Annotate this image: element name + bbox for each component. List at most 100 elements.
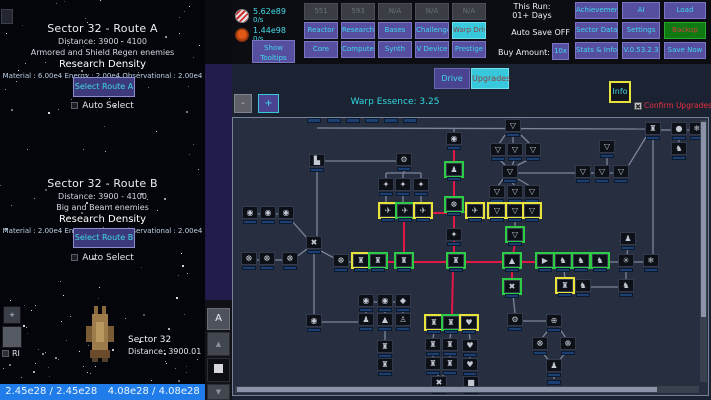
tree-node[interactable]: ▽ [524, 185, 540, 203]
tree-horizontal-scrollbar[interactable] [235, 386, 699, 393]
tree-node[interactable]: ▽ [575, 165, 591, 183]
tree-node-stub[interactable] [403, 118, 417, 123]
tree-node[interactable]: ♟ [620, 232, 636, 250]
tree-node[interactable]: ♟ [446, 163, 462, 181]
tab-warp-drive[interactable]: Warp Drive [452, 22, 486, 39]
tree-node[interactable]: ♜ [645, 122, 661, 140]
tab-research[interactable]: Research [341, 22, 375, 39]
tree-node[interactable]: ✖ [504, 280, 520, 298]
select-route-a-button[interactable]: Select Route A [73, 77, 135, 97]
tree-node-stub[interactable] [547, 380, 561, 385]
tree-node[interactable]: ✦ [378, 178, 394, 196]
load-button[interactable]: Load [664, 2, 706, 19]
sector-data-button[interactable]: Sector Data [575, 22, 618, 39]
tree-node[interactable]: ♟ [358, 313, 374, 331]
tree-node[interactable]: ♜ [557, 279, 573, 297]
tree-node[interactable]: ☸ [560, 337, 576, 355]
tree-node[interactable]: ▽ [613, 165, 629, 183]
tree-node[interactable]: ✈ [467, 204, 483, 222]
tree-node[interactable]: ☸ [333, 254, 349, 272]
tree-node[interactable]: ♜ [426, 316, 442, 334]
tree-node[interactable]: ▽ [502, 165, 518, 183]
tree-node[interactable]: ♞ [575, 279, 591, 297]
save-now-button[interactable]: Save Now [664, 42, 706, 59]
tree-node[interactable]: ✖ [306, 236, 322, 254]
tree-node[interactable]: ▽ [599, 140, 615, 158]
tree-node[interactable]: ✳ [618, 254, 634, 272]
tree-node[interactable]: ♞ [592, 254, 608, 272]
viewport-blank-button[interactable] [2, 326, 22, 348]
tree-node[interactable]: ⚙ [396, 153, 412, 171]
v-0-53-2-3-button[interactable]: V.0.53.2.3 [622, 42, 660, 59]
backup-button[interactable]: Backup [664, 22, 706, 39]
tree-node-stub[interactable] [365, 118, 379, 123]
tree-vertical-scrollbar[interactable] [700, 120, 707, 382]
ri-toggle[interactable]: RI [2, 349, 20, 358]
tree-node[interactable]: ♞ [671, 142, 687, 160]
tree-node[interactable]: ♥ [462, 358, 478, 376]
tree-node-stub[interactable] [327, 118, 341, 123]
scroll-up-icon[interactable]: ▲ [207, 332, 230, 356]
tree-node[interactable]: ♜ [353, 254, 369, 272]
tree-node[interactable]: ◆ [395, 294, 411, 312]
buy-amount-button[interactable]: 10x [552, 43, 569, 60]
tree-node[interactable]: ✈ [415, 204, 431, 222]
tree-node[interactable]: ♙ [395, 313, 411, 331]
achievement-button[interactable]: Achievement [575, 2, 618, 19]
tree-node[interactable]: ♞ [618, 279, 634, 297]
tree-node[interactable]: ▽ [507, 185, 523, 203]
viewport-plus-button[interactable]: + [3, 306, 21, 324]
tree-node[interactable]: ☸ [532, 337, 548, 355]
tree-node[interactable]: ♟ [546, 359, 562, 377]
tree-node[interactable]: ♞ [555, 254, 571, 272]
ri-checkbox[interactable] [2, 350, 9, 357]
tree-node[interactable]: ✈ [397, 204, 413, 222]
tree-node[interactable]: ♜ [377, 340, 393, 358]
tree-node[interactable]: ♜ [396, 254, 412, 272]
tree-node[interactable]: ▽ [489, 185, 505, 203]
scrollbar-thumb[interactable] [214, 364, 223, 373]
zoom-in-button[interactable]: + [258, 94, 279, 113]
tree-node[interactable]: ♜ [448, 254, 464, 272]
tree-node[interactable]: ▽ [507, 143, 523, 161]
tree-node[interactable]: ✈ [380, 204, 396, 222]
tree-node[interactable]: ☸ [282, 252, 298, 270]
tree-node[interactable]: ▽ [505, 119, 521, 137]
tree-node[interactable]: ♜ [442, 357, 458, 375]
ai-button[interactable]: AI [622, 2, 660, 19]
tree-node[interactable]: ♜ [442, 338, 458, 356]
route-a-auto-select-checkbox[interactable] [71, 102, 78, 109]
info-button[interactable]: Info [609, 81, 631, 103]
tree-node-stub[interactable] [384, 118, 398, 123]
tree-node[interactable]: ♜ [425, 357, 441, 375]
tab-bases[interactable]: Bases [378, 22, 412, 39]
tree-node[interactable]: ▙ [309, 154, 325, 172]
tree-node-stub[interactable] [346, 118, 360, 123]
a-button[interactable]: A [207, 308, 230, 330]
tree-node-stub[interactable] [307, 118, 321, 123]
tab-core[interactable]: Core [304, 41, 338, 58]
zoom-out-button[interactable]: - [234, 94, 252, 113]
tree-node[interactable]: ⚙ [507, 313, 523, 331]
tree-node[interactable]: ♥ [462, 339, 478, 357]
tree-node[interactable]: ▽ [507, 228, 523, 246]
tree-node[interactable]: ⊕ [546, 314, 562, 332]
tab-v-device[interactable]: V Device [415, 41, 449, 58]
tree-node[interactable]: ▽ [525, 143, 541, 161]
tree-node[interactable]: ✦ [413, 178, 429, 196]
select-route-b-button[interactable]: Select Route B [73, 228, 135, 248]
tab-computer[interactable]: Computer [341, 41, 375, 58]
tree-node[interactable]: ❄ [643, 254, 659, 272]
route-a-auto-select[interactable]: Auto Select [0, 101, 205, 111]
route-b-auto-select-checkbox[interactable] [71, 254, 78, 261]
scroll-down-icon[interactable]: ▼ [207, 384, 230, 400]
tree-node[interactable]: ▽ [507, 204, 523, 222]
tree-node[interactable]: ▲ [504, 254, 520, 272]
tree-node[interactable]: ✦ [395, 178, 411, 196]
confirm-upgrades-checkbox[interactable]: ✖ [634, 102, 642, 110]
tab-reactor[interactable]: Reactor [304, 22, 338, 39]
tree-node[interactable]: ♥ [461, 316, 477, 334]
tree-node[interactable]: ▽ [524, 204, 540, 222]
tree-node[interactable]: ▶ [537, 254, 553, 272]
tree-node[interactable]: ◉ [377, 294, 393, 312]
